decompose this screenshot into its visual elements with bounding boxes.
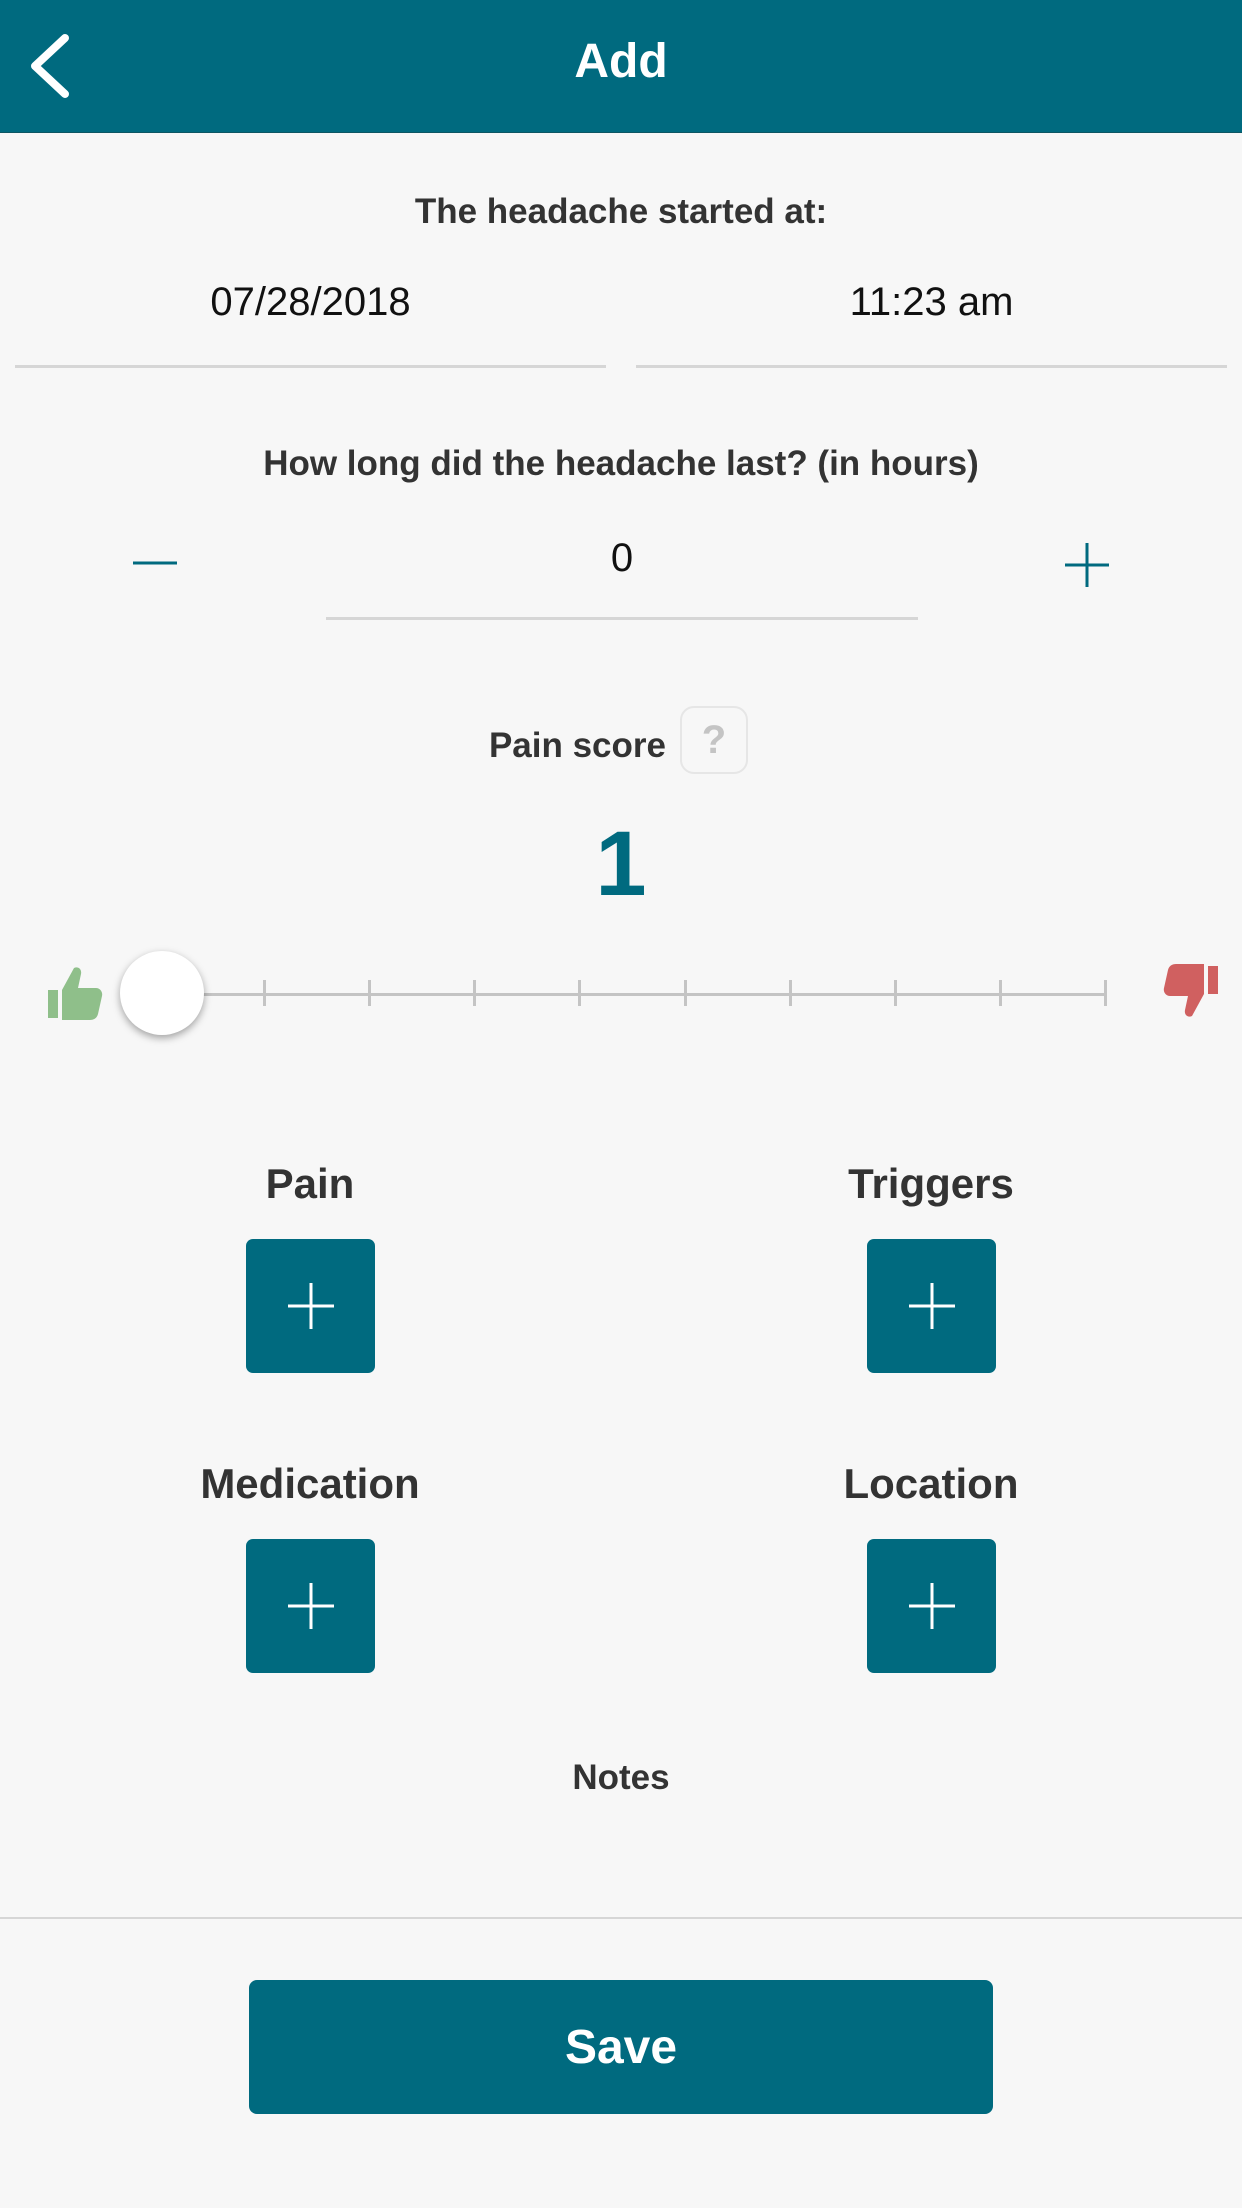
decrement-button[interactable] (110, 518, 200, 608)
increment-button[interactable] (1042, 520, 1132, 610)
slider-tick (263, 980, 266, 1006)
duration-label: How long did the headache last? (in hour… (263, 444, 979, 483)
save-button[interactable]: Save (249, 1980, 993, 2114)
add-triggers-button[interactable] (867, 1239, 996, 1373)
thumbs-up-icon (48, 967, 103, 1020)
pain-score-value: 1 (595, 813, 647, 915)
slider-tick (684, 980, 687, 1006)
plus-icon (908, 1583, 955, 1629)
help-button[interactable]: ? (680, 706, 748, 774)
slider-thumb[interactable] (120, 951, 204, 1035)
page-title: Add (574, 35, 668, 88)
plus-icon (1065, 543, 1109, 587)
slider-tick (1104, 980, 1107, 1006)
pain-score-label: Pain score (488, 726, 666, 765)
start-label: The headache started at: (414, 192, 828, 231)
slider-tick (368, 980, 371, 1006)
plus-icon (908, 1283, 955, 1329)
slider-tick (894, 980, 897, 1006)
add-pain-button[interactable] (246, 1239, 375, 1373)
plus-icon (287, 1283, 334, 1329)
add-medication-button[interactable] (246, 1539, 375, 1673)
start-date-field[interactable]: 07/28/2018 (15, 280, 606, 325)
slider-tick (578, 980, 581, 1006)
plus-icon (287, 1583, 334, 1629)
start-time-field[interactable]: 11:23 am (636, 280, 1227, 325)
thumbs-down-icon (1163, 964, 1218, 1017)
notes-underline (0, 1917, 1242, 1919)
date-underline (15, 365, 606, 368)
slider-track[interactable] (160, 993, 1106, 996)
notes-label: Notes (572, 1758, 670, 1797)
slider-tick (473, 980, 476, 1006)
slider-tick (999, 980, 1002, 1006)
location-label: Location (843, 1460, 1019, 1507)
triggers-label: Triggers (848, 1160, 1014, 1207)
notes-input[interactable] (0, 1820, 1242, 1916)
pain-label: Pain (265, 1160, 355, 1207)
duration-underline (326, 617, 918, 620)
duration-input[interactable]: 0 (326, 536, 918, 581)
time-underline (636, 365, 1227, 368)
add-location-button[interactable] (867, 1539, 996, 1673)
medication-label: Medication (200, 1460, 420, 1507)
slider-tick (789, 980, 792, 1006)
minus-icon (133, 561, 177, 565)
app-bar: Add (0, 0, 1242, 133)
